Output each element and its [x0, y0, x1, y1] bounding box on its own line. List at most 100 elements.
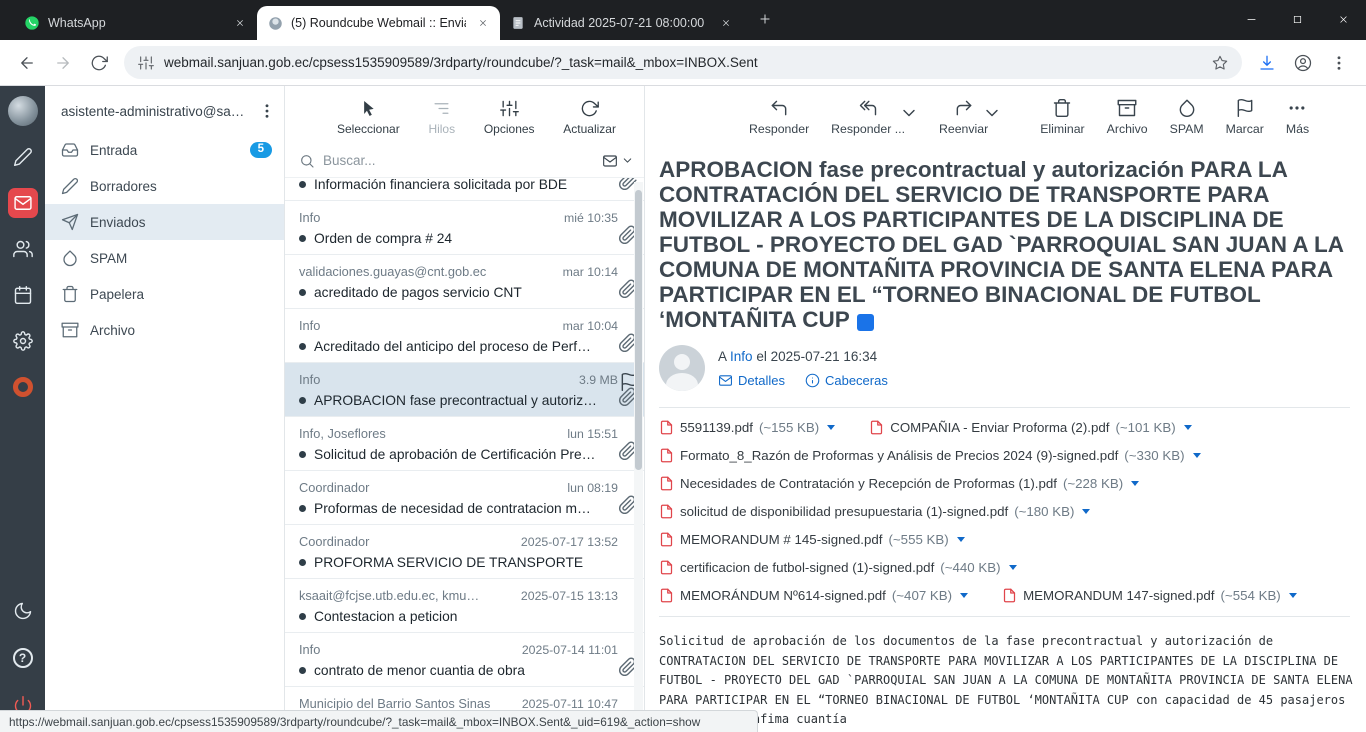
omnibox[interactable]: webmail.sanjuan.gob.ec/cpsess1535909589/…	[124, 46, 1242, 79]
site-settings-icon[interactable]	[138, 55, 154, 71]
attachment-menu-icon[interactable]	[960, 593, 968, 598]
downloads-button[interactable]	[1250, 46, 1284, 80]
message-row[interactable]: ksaait@fcjse.utb.edu.ec, kmu…2025-07-15 …	[285, 579, 644, 633]
attachment-name[interactable]: MEMORÁNDUM Nº614-signed.pdf	[680, 588, 886, 603]
attachment-menu-icon[interactable]	[1009, 565, 1017, 570]
search-input[interactable]	[323, 153, 594, 168]
recipient-link[interactable]: Info	[730, 349, 753, 364]
archive-button[interactable]: Archivo	[1107, 98, 1148, 136]
chevron-down-icon[interactable]	[982, 103, 1002, 123]
attachment-item[interactable]: 5591139.pdf(~155 KB)	[659, 420, 835, 435]
tab-actividad[interactable]: Actividad 2025-07-21 08:00:00	[500, 6, 743, 40]
attachment-name[interactable]: certificacion de futbol-signed (1)-signe…	[680, 560, 934, 575]
attachment-menu-icon[interactable]	[827, 425, 835, 430]
sidebar-item-papelera[interactable]: Papelera	[45, 276, 284, 312]
profile-button[interactable]	[1286, 46, 1320, 80]
close-button[interactable]	[1320, 0, 1366, 38]
scrollbar-thumb[interactable]	[635, 190, 642, 470]
compose-button[interactable]	[8, 142, 38, 172]
minimize-button[interactable]	[1228, 0, 1274, 38]
status-dot	[299, 451, 306, 458]
sidebar-item-entrada[interactable]: Entrada 5	[45, 132, 284, 168]
message-row[interactable]: validaciones.guayas@cnt.gob.ecmar 10:14 …	[285, 255, 644, 309]
more-button[interactable]: Más	[1286, 98, 1309, 136]
message-row-selected[interactable]: Info3.9 MB APROBACION fase precontractua…	[285, 363, 644, 417]
forward-button[interactable]: Reenviar	[939, 98, 988, 136]
attachment-item[interactable]: solicitud de disponibilidad presupuestar…	[659, 504, 1090, 519]
message-row[interactable]: Infomar 10:04 Acreditado del anticipo de…	[285, 309, 644, 363]
delete-button[interactable]: Eliminar	[1040, 98, 1084, 136]
settings-button[interactable]	[8, 326, 38, 356]
attachment-item[interactable]: Necesidades de Contratación y Recepción …	[659, 476, 1139, 491]
url-text[interactable]: webmail.sanjuan.gob.ec/cpsess1535909589/…	[164, 55, 1202, 70]
attachment-menu-icon[interactable]	[1289, 593, 1297, 598]
spam-button[interactable]: SPAM	[1170, 98, 1204, 136]
contacts-button[interactable]	[8, 234, 38, 264]
attachment-name[interactable]: COMPAÑIA - Enviar Proforma (2).pdf	[890, 420, 1109, 435]
attachment-menu-icon[interactable]	[1193, 453, 1201, 458]
attachment-item[interactable]: MEMORÁNDUM Nº614-signed.pdf(~407 KB)	[659, 588, 968, 603]
attachment-name[interactable]: MEMORANDUM 147-signed.pdf	[1023, 588, 1214, 603]
sidebar-item-spam[interactable]: SPAM	[45, 240, 284, 276]
attachment-item[interactable]: COMPAÑIA - Enviar Proforma (2).pdf(~101 …	[869, 420, 1191, 435]
tab-close-icon[interactable]	[231, 14, 249, 32]
search-scope-button[interactable]	[602, 153, 634, 169]
message-row[interactable]: Información financiera solicitada por BD…	[285, 178, 644, 201]
attachment-name[interactable]: 5591139.pdf	[680, 420, 753, 435]
message-row[interactable]: Infomié 10:35 Orden de compra # 24	[285, 201, 644, 255]
refresh-button[interactable]: Actualizar	[563, 99, 616, 136]
reload-button[interactable]	[82, 46, 116, 80]
tab-close-icon[interactable]	[717, 14, 735, 32]
options-button[interactable]: Opciones	[484, 99, 535, 136]
calendar-button[interactable]	[8, 280, 38, 310]
attachment-name[interactable]: solicitud de disponibilidad presupuestar…	[680, 504, 1008, 519]
headers-link[interactable]: Cabeceras	[805, 373, 888, 388]
attachment-menu-icon[interactable]	[957, 537, 965, 542]
maximize-button[interactable]	[1274, 0, 1320, 38]
list-scrollbar[interactable]	[634, 182, 643, 732]
threads-button[interactable]: Hilos	[428, 99, 455, 136]
attachment-name[interactable]: Necesidades de Contratación y Recepción …	[680, 476, 1057, 491]
chevron-down-icon[interactable]	[899, 103, 919, 123]
attachment-menu-icon[interactable]	[1082, 509, 1090, 514]
help-icon: ?	[13, 648, 33, 668]
browser-menu-button[interactable]	[1322, 46, 1356, 80]
details-link[interactable]: Detalles	[718, 373, 785, 388]
sidebar-item-borradores[interactable]: Borradores	[45, 168, 284, 204]
attachment-menu-icon[interactable]	[1184, 425, 1192, 430]
message-row[interactable]: Coordinador2025-07-17 13:52 PROFORMA SER…	[285, 525, 644, 579]
forward-button[interactable]	[46, 46, 80, 80]
mail-task-button[interactable]	[8, 188, 38, 218]
tab-whatsapp[interactable]: WhatsApp	[14, 6, 257, 40]
message-row[interactable]: Info, Josefloreslun 15:51 Solicitud de a…	[285, 417, 644, 471]
attachment-name[interactable]: MEMORANDUM # 145-signed.pdf	[680, 532, 882, 547]
attachment-item[interactable]: certificacion de futbol-signed (1)-signe…	[659, 560, 1017, 575]
message-subject: Acreditado del anticipo del proceso de P…	[314, 339, 618, 354]
mark-button[interactable]: Marcar	[1226, 98, 1264, 136]
attachment-name[interactable]: Formato_8_Razón de Proformas y Análisis …	[680, 448, 1118, 463]
sidebar-item-archivo[interactable]: Archivo	[45, 312, 284, 348]
cpanel-icon[interactable]	[8, 372, 38, 402]
open-in-new-window-icon[interactable]	[857, 314, 874, 331]
back-button[interactable]	[10, 46, 44, 80]
trash-icon	[1052, 98, 1072, 118]
attachment-item[interactable]: Formato_8_Razón de Proformas y Análisis …	[659, 448, 1201, 463]
delete-label: Eliminar	[1040, 122, 1084, 136]
dark-mode-button[interactable]	[8, 596, 38, 626]
message-row[interactable]: Info2025-07-14 11:01 contrato de menor c…	[285, 633, 644, 687]
attachment-item[interactable]: MEMORANDUM # 145-signed.pdf(~555 KB)	[659, 532, 965, 547]
new-tab-button[interactable]	[751, 5, 779, 33]
tab-roundcube[interactable]: (5) Roundcube Webmail :: Envia	[257, 6, 500, 40]
attachment-item[interactable]: MEMORANDUM 147-signed.pdf(~554 KB)	[1002, 588, 1297, 603]
folder-options-icon[interactable]	[258, 102, 276, 120]
select-button[interactable]: Seleccionar	[337, 99, 400, 136]
bookmark-star-icon[interactable]	[1212, 55, 1228, 71]
reply-all-button[interactable]: Responder ...	[831, 98, 905, 136]
attachment-menu-icon[interactable]	[1131, 481, 1139, 486]
help-button[interactable]: ?	[8, 643, 38, 673]
reply-button[interactable]: Responder	[749, 98, 809, 136]
sidebar-item-enviados[interactable]: Enviados	[45, 204, 284, 240]
tab-close-icon[interactable]	[474, 14, 492, 32]
message-row[interactable]: Coordinadorlun 08:19 Proformas de necesi…	[285, 471, 644, 525]
meta-links: Detalles Cabeceras	[718, 373, 888, 388]
